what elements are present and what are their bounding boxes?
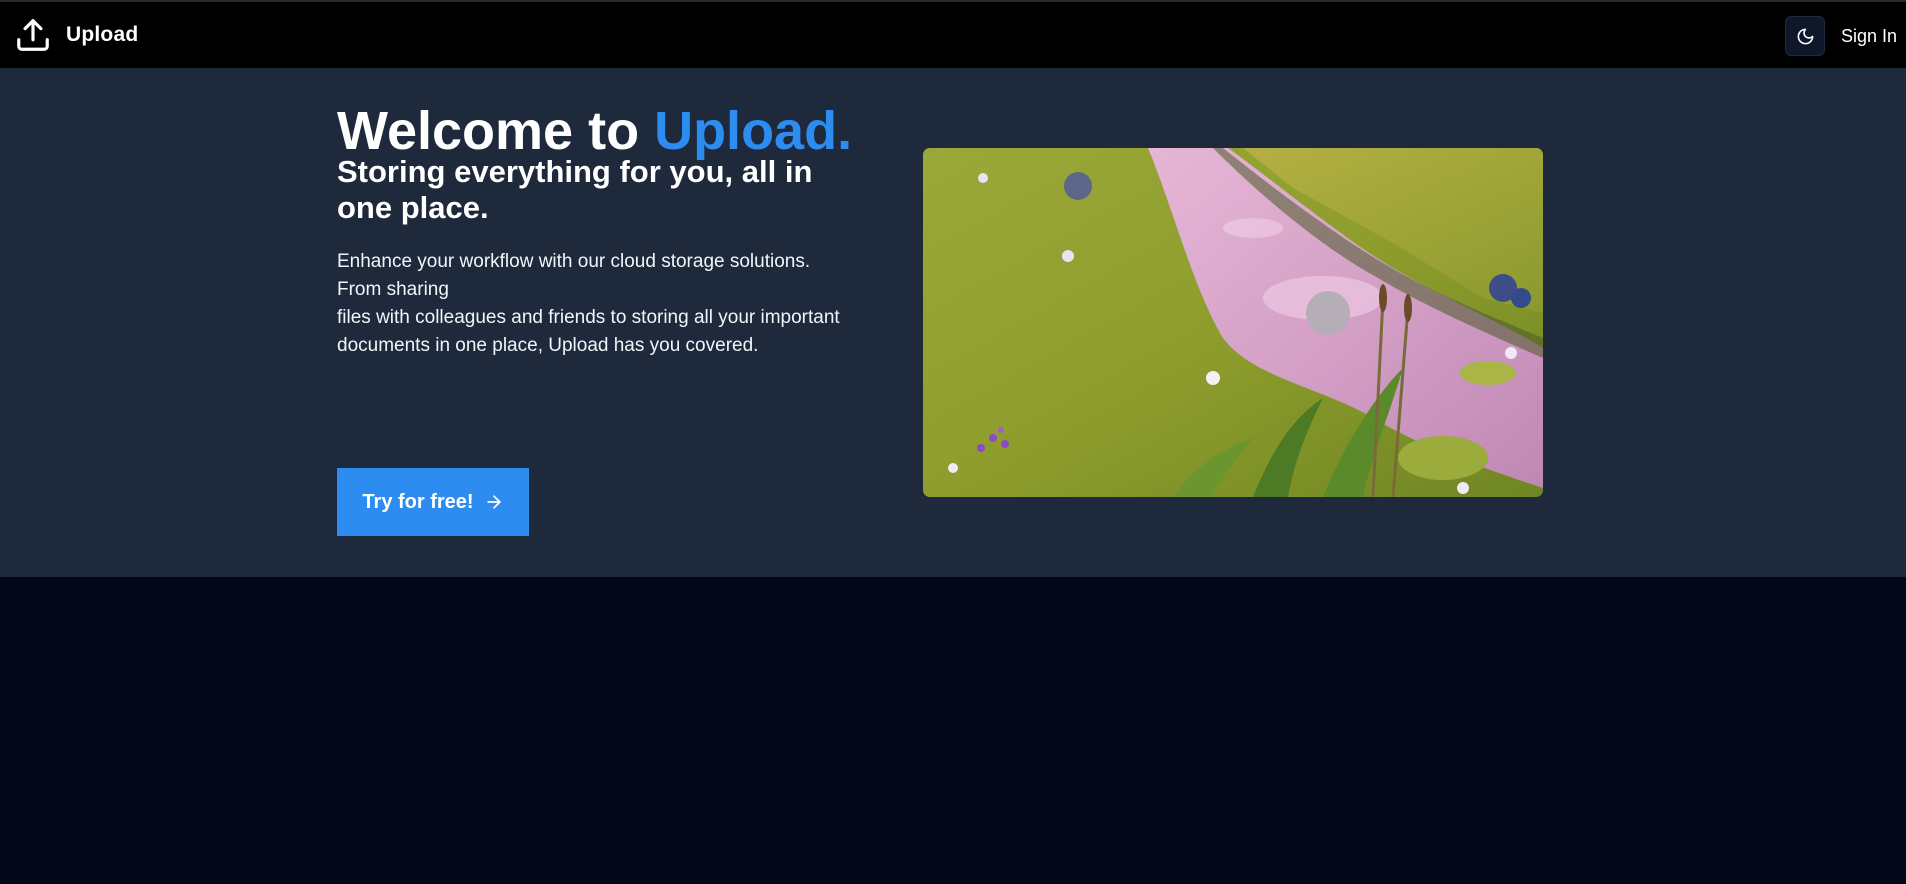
hero-description-line: documents in one place, Upload has you c… — [337, 335, 759, 356]
hero-description-line: Enhance your workflow with our cloud sto… — [337, 251, 811, 300]
arrow-right-icon — [486, 495, 501, 509]
hero-section: Welcome to Upload. Storing everything fo… — [0, 68, 1906, 577]
hero-title-prefix: Welcome to — [337, 101, 655, 161]
theme-toggle-button[interactable] — [1785, 16, 1825, 56]
meadow-illustration — [923, 148, 1543, 497]
try-for-free-label: Try for free! — [362, 490, 474, 513]
try-for-free-button[interactable]: Try for free! — [337, 468, 529, 536]
navbar: Upload Sign In — [0, 0, 1906, 68]
hero-title-accent: Upload. — [654, 101, 853, 161]
moon-icon — [1797, 28, 1813, 44]
hero-title: Welcome to Upload. — [337, 101, 852, 161]
sign-in-link[interactable]: Sign In — [1841, 26, 1897, 47]
hero-image — [923, 148, 1543, 497]
brand-link[interactable]: Upload — [14, 16, 138, 54]
brand-name: Upload — [66, 23, 139, 46]
hero-subtitle: Storing everything for you, all in one p… — [337, 154, 813, 225]
hero-description-line: files with colleagues and friends to sto… — [337, 307, 840, 328]
upload-icon — [17, 19, 49, 51]
hero-description: Enhance your workflow with our cloud sto… — [337, 248, 847, 360]
